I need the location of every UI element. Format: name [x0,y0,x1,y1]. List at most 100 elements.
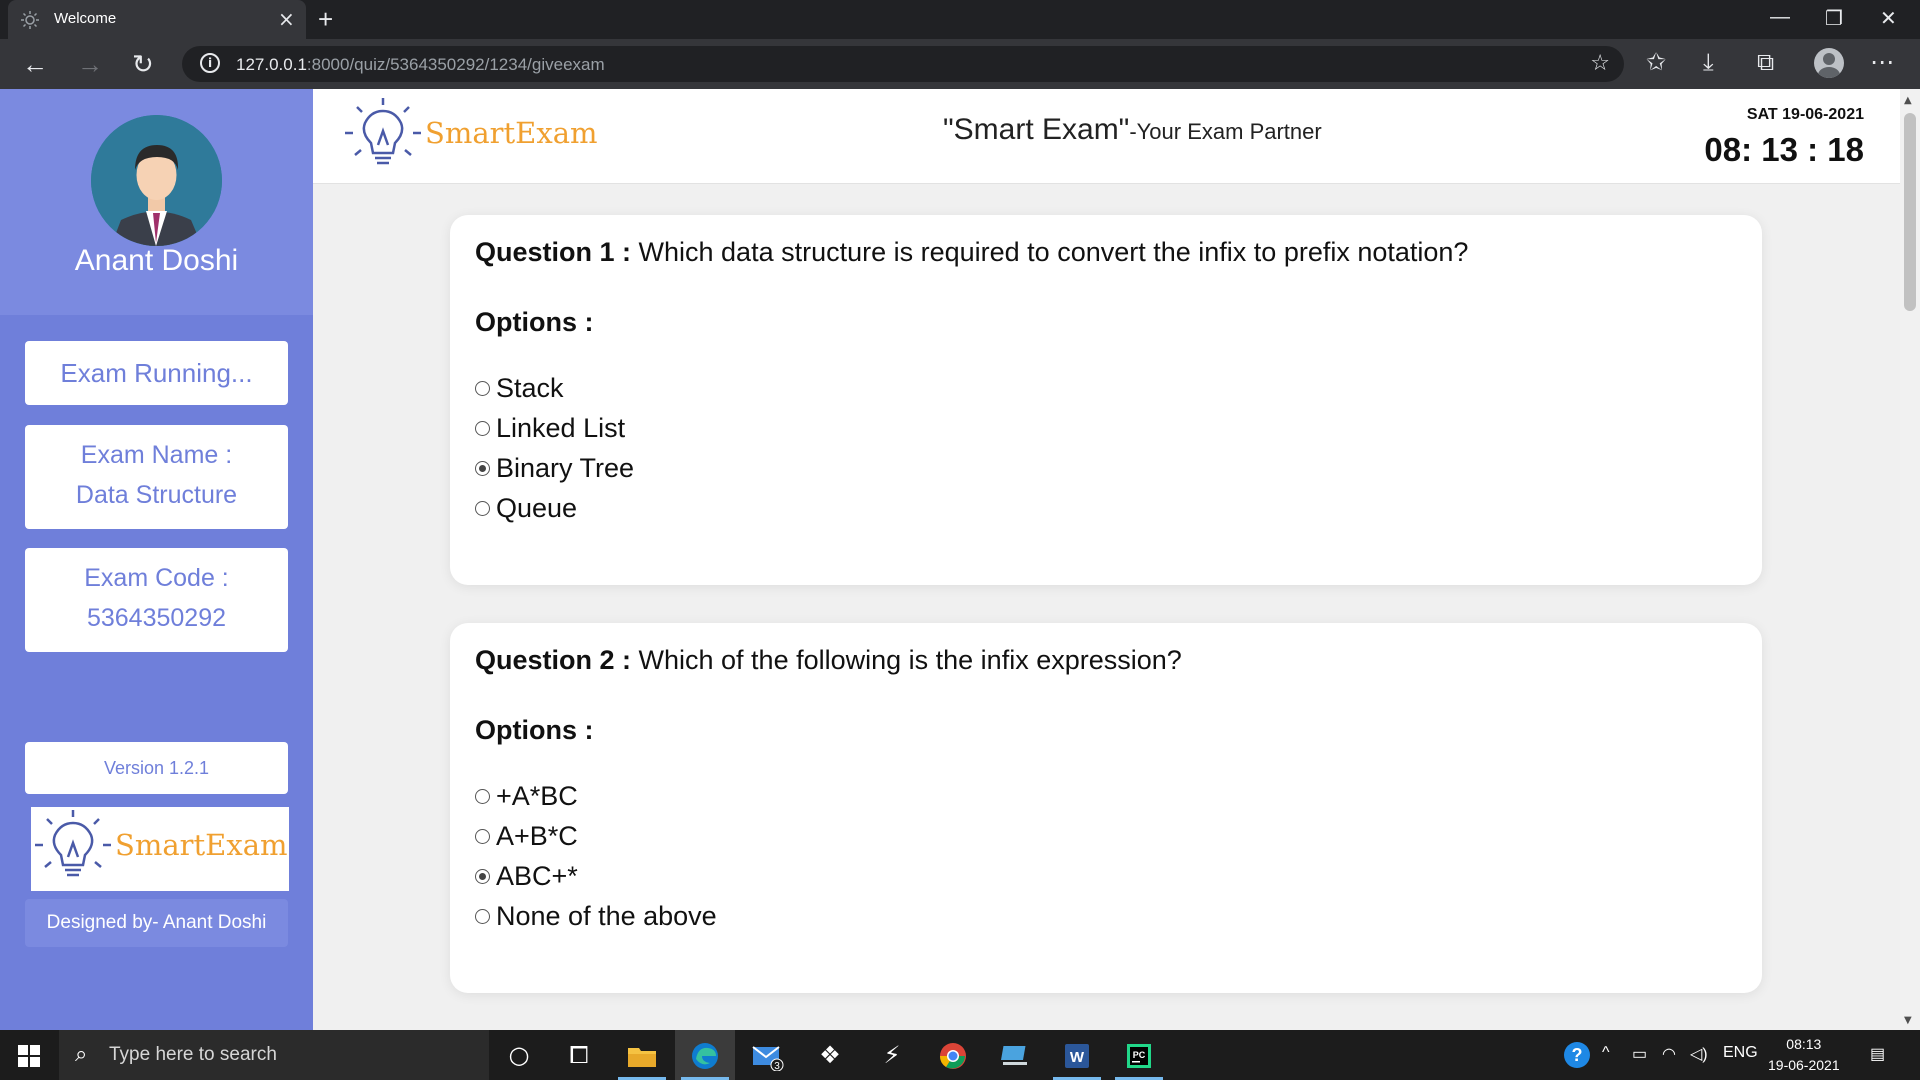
page-header: SmartExam "Smart Exam"-Your Exam Partner… [313,89,1900,184]
user-avatar-icon [91,115,222,246]
tab-title: Welcome [54,10,117,27]
page-title: "Smart Exam"-Your Exam Partner [943,113,1322,147]
svg-text:W: W [1070,1049,1085,1066]
restore-icon[interactable]: ❐ [1825,6,1843,31]
close-window-icon[interactable]: ✕ [1880,6,1897,31]
sidebar-profile: Anant Doshi [0,89,313,315]
option-radio[interactable]: Linked List [475,413,625,444]
user-name: Anant Doshi [74,244,239,277]
search-input[interactable]: Type here to search [109,1044,277,1066]
radio-button[interactable] [475,381,490,396]
time-text: 08:13 [1786,1036,1822,1052]
svg-text:3: 3 [774,1061,780,1071]
radio-button-selected[interactable] [475,461,490,476]
designed-by: Designed by- Anant Doshi [25,899,288,947]
svg-text:SmartExam: SmartExam [425,116,598,150]
info-icon[interactable]: i [200,53,220,73]
notification-icon[interactable]: ▤ [1870,1044,1885,1064]
exam-name-card: Exam Name : Data Structure [25,425,288,529]
exam-code-label: Exam Code : [84,564,229,592]
pc-icon[interactable] [985,1030,1045,1080]
bulb-logo-icon: SmartExam [35,810,288,877]
scroll-down-icon[interactable]: ▼ [1904,1015,1912,1026]
avatar [91,115,222,246]
title-text: "Smart Exam" [943,113,1130,146]
subtitle-text: -Your Exam Partner [1129,119,1322,144]
forward-icon: → [77,49,103,79]
taskbar: ⌕ Type here to search ○ ⧠ 3 ❖ ⚡ W PC ? ^… [0,1030,1920,1080]
option-radio[interactable]: A+B*C [475,821,578,852]
back-icon[interactable]: ← [22,49,48,80]
radio-button[interactable] [475,909,490,924]
main-content: SmartExam "Smart Exam"-Your Exam Partner… [313,89,1900,1030]
collections-icon[interactable]: ⧉ [1757,48,1774,76]
pycharm-icon[interactable]: PC [1109,1030,1169,1080]
profile-icon[interactable] [1814,48,1844,78]
volume-icon[interactable]: ◁) [1690,1044,1708,1064]
language-indicator[interactable]: ENG [1723,1044,1758,1062]
battery-icon[interactable]: ▭ [1632,1044,1647,1064]
new-tab-icon[interactable]: + [318,4,333,35]
tab-close-icon[interactable]: × [278,7,295,31]
question-card: Question 1 : Which data structure is req… [450,215,1762,585]
search-icon: ⌕ [75,1042,88,1067]
radio-button-selected[interactable] [475,869,490,884]
reload-icon[interactable]: ↻ [132,49,154,80]
help-icon[interactable]: ? [1564,1042,1590,1068]
option-radio[interactable]: Stack [475,373,564,404]
option-radio[interactable]: None of the above [475,901,717,932]
exam-code-card: Exam Code : 5364350292 [25,548,288,652]
browser-toolbar: ← → ↻ i 127.0.0.1:8000/quiz/5364350292/1… [0,39,1920,89]
exam-name-value: Data Structure [75,481,238,509]
address-bar[interactable]: i 127.0.0.1:8000/quiz/5364350292/1234/gi… [182,46,1624,82]
app-icon[interactable]: ⚡ [862,1030,922,1080]
sidebar: Anant Doshi Exam Running... Exam Name : … [0,89,313,1030]
svg-text:PC: PC [1133,1050,1146,1060]
exam-code-value: 5364350292 [86,604,227,632]
chevron-up-icon[interactable]: ^ [1602,1044,1610,1062]
scroll-thumb[interactable] [1904,113,1916,311]
more-icon[interactable]: ⋯ [1870,48,1894,76]
browser-titlebar: Welcome × + — ❐ ✕ [0,0,1920,39]
question-text: Question 1 : Which data structure is req… [475,237,1469,267]
file-explorer-icon[interactable] [612,1030,672,1080]
chrome-icon[interactable] [923,1030,983,1080]
question-text: Question 2 : Which of the following is t… [475,645,1182,675]
option-radio[interactable]: ABC+* [475,861,578,892]
minimize-icon[interactable]: — [1770,6,1790,29]
exam-name-label: Exam Name : [80,441,233,469]
radio-button[interactable] [475,501,490,516]
cortana-icon[interactable]: ○ [489,1030,549,1080]
downloads-icon[interactable]: ⤓ [1703,48,1714,76]
svg-text:SmartExam: SmartExam [115,828,288,862]
favorites-icon[interactable]: ✩ [1646,48,1666,76]
question-card: Question 2 : Which of the following is t… [450,623,1762,993]
dropbox-icon[interactable]: ❖ [800,1030,860,1080]
option-radio[interactable]: +A*BC [475,781,578,812]
taskbar-clock[interactable]: 08:13 19-06-2021 [1768,1034,1840,1076]
browser-tab[interactable]: Welcome × [8,0,306,39]
url-text[interactable]: 127.0.0.1:8000/quiz/5364350292/1234/give… [236,55,605,75]
wifi-icon[interactable]: ◠ [1662,1044,1676,1064]
windows-start-icon[interactable] [18,1045,40,1067]
radio-button[interactable] [475,829,490,844]
date-text: 19-06-2021 [1768,1057,1840,1073]
exam-status: Exam Running... [25,341,288,405]
scroll-up-icon[interactable]: ▲ [1904,95,1912,106]
clock: 08: 13 : 18 [1704,131,1864,168]
edge-icon[interactable] [675,1030,735,1080]
add-favorite-icon[interactable]: ☆ [1590,51,1610,76]
radio-button[interactable] [475,789,490,804]
option-radio[interactable]: Binary Tree [475,453,634,484]
date-label: SAT 19-06-2021 [1746,106,1864,123]
version-badge: Version 1.2.1 [25,742,288,794]
scrollbar[interactable]: ▲ ▼ [1900,89,1920,1030]
mail-icon[interactable]: 3 [738,1030,798,1080]
task-view-icon[interactable]: ⧠ [549,1030,609,1080]
radio-button[interactable] [475,421,490,436]
option-radio[interactable]: Queue [475,493,577,524]
word-icon[interactable]: W [1047,1030,1107,1080]
bulb-logo-icon: SmartExam [345,98,598,165]
taskbar-search[interactable]: ⌕ Type here to search [59,1030,489,1080]
options-heading: Options : [475,307,594,337]
